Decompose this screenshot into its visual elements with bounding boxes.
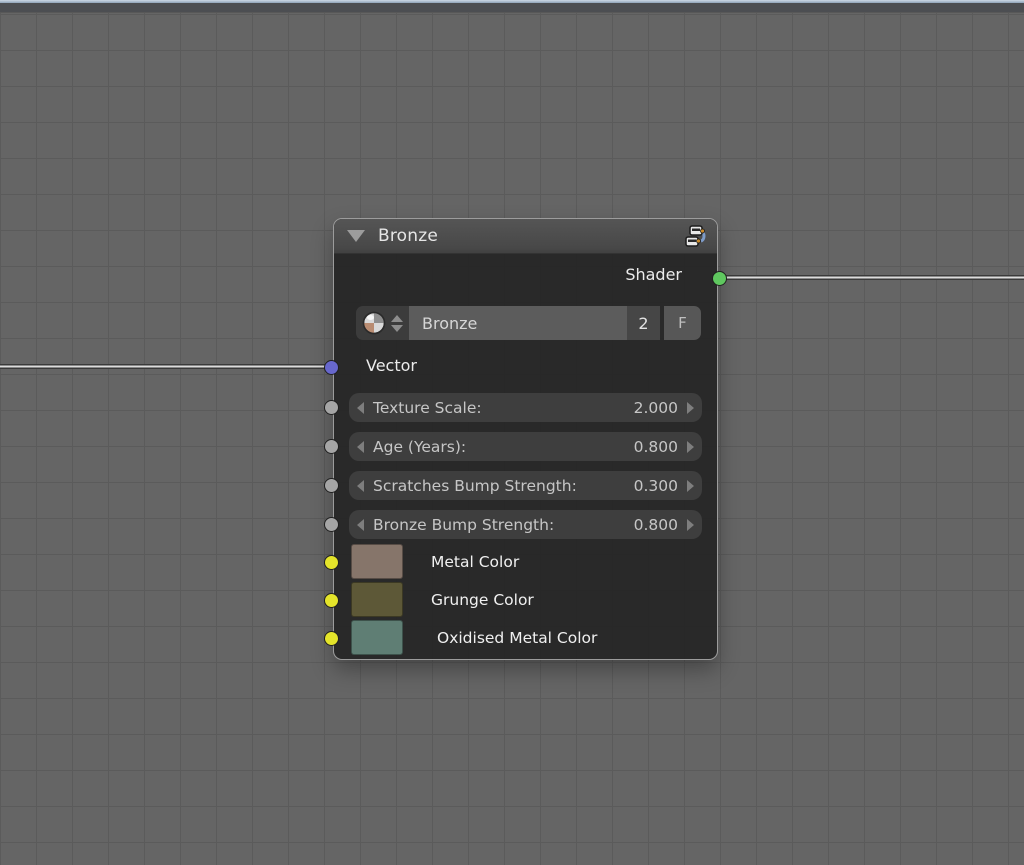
material-sphere-icon	[362, 311, 386, 335]
material-browse-button[interactable]	[356, 306, 409, 340]
socket-input-scratches-bump[interactable]	[324, 478, 339, 493]
node-link-shader	[718, 275, 1024, 280]
datablock-row: Bronze 2 F	[356, 306, 701, 340]
slider-right-arrow-icon[interactable]	[687, 480, 694, 492]
slider-right-arrow-icon[interactable]	[687, 402, 694, 414]
slider-value: 0.300	[634, 477, 678, 495]
output-shader-label: Shader	[625, 265, 682, 284]
output-grunge-color-row: Grunge Color	[351, 582, 534, 617]
oxidised-metal-color-swatch[interactable]	[351, 620, 403, 655]
output-oxidised-metal-color-row: Oxidised Metal Color	[351, 620, 597, 655]
collapse-triangle-icon[interactable]	[347, 230, 365, 242]
slider-label: Bronze Bump Strength:	[373, 516, 634, 534]
slider-value: 0.800	[634, 438, 678, 456]
slider-label: Age (Years):	[373, 438, 634, 456]
editor-top-edge	[0, 3, 1024, 13]
socket-input-bronze-bump[interactable]	[324, 517, 339, 532]
slider-scratches-bump-strength[interactable]: Scratches Bump Strength: 0.300	[349, 471, 702, 500]
socket-output-metal-color[interactable]	[324, 555, 339, 570]
users-count-button[interactable]: 2	[627, 306, 660, 340]
socket-input-texture-scale[interactable]	[324, 400, 339, 415]
slider-left-arrow-icon[interactable]	[357, 402, 364, 414]
oxidised-metal-color-label: Oxidised Metal Color	[437, 629, 597, 647]
slider-bronze-bump-strength[interactable]: Bronze Bump Strength: 0.800	[349, 510, 702, 539]
slider-texture-scale[interactable]: Texture Scale: 2.000	[349, 393, 702, 422]
slider-left-arrow-icon[interactable]	[357, 441, 364, 453]
slider-left-arrow-icon[interactable]	[357, 480, 364, 492]
stepper-up-icon[interactable]	[391, 315, 403, 322]
datablock-steppers	[391, 315, 403, 332]
node-link-vector	[0, 364, 333, 369]
grunge-color-label: Grunge Color	[431, 591, 534, 609]
slider-value: 0.800	[634, 516, 678, 534]
socket-output-shader[interactable]	[712, 271, 727, 286]
slider-age-years[interactable]: Age (Years): 0.800	[349, 432, 702, 461]
slider-right-arrow-icon[interactable]	[687, 441, 694, 453]
input-vector-label: Vector	[366, 356, 417, 375]
socket-output-grunge-color[interactable]	[324, 593, 339, 608]
datablock-name-field[interactable]: Bronze	[409, 306, 627, 340]
node-title: Bronze	[378, 226, 681, 246]
socket-input-age[interactable]	[324, 439, 339, 454]
metal-color-label: Metal Color	[431, 553, 519, 571]
blender-node-editor: { "node": { "title": "Bronze", "output":…	[0, 0, 1024, 865]
slider-right-arrow-icon[interactable]	[687, 519, 694, 531]
stepper-down-icon[interactable]	[391, 325, 403, 332]
node-header[interactable]: Bronze	[334, 219, 717, 254]
socket-input-vector[interactable]	[324, 360, 339, 375]
output-metal-color-row: Metal Color	[351, 544, 519, 579]
slider-label: Scratches Bump Strength:	[373, 477, 634, 495]
grunge-color-swatch[interactable]	[351, 582, 403, 617]
slider-label: Texture Scale:	[373, 399, 634, 417]
slider-value: 2.000	[634, 399, 678, 417]
slider-left-arrow-icon[interactable]	[357, 519, 364, 531]
node-bronze-group[interactable]: Bronze Shader	[333, 218, 718, 660]
metal-color-swatch[interactable]	[351, 544, 403, 579]
node-group-icon	[681, 223, 707, 249]
fake-user-button[interactable]: F	[664, 306, 701, 340]
socket-output-oxidised-metal-color[interactable]	[324, 631, 339, 646]
